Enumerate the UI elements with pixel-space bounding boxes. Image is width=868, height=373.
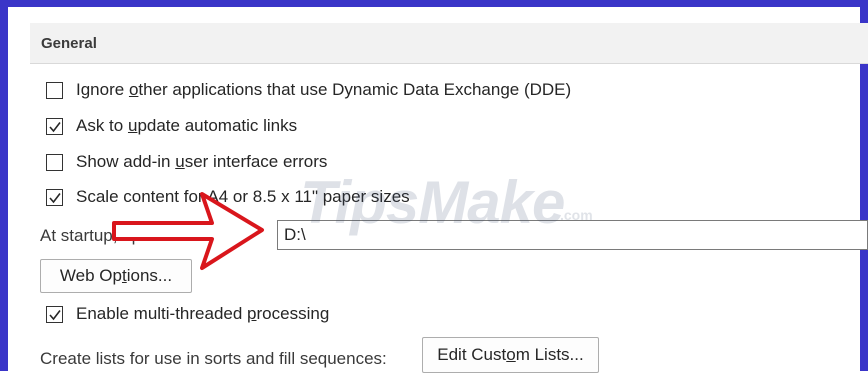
ignore-dde-checkbox[interactable]: [46, 82, 63, 99]
watermark-suffix: .com: [560, 207, 593, 223]
checkmark-icon: [49, 310, 61, 321]
custom-lists-label: Create lists for use in sorts and fill s…: [40, 349, 387, 368]
multithreaded-label: Enable multi-threaded processing: [76, 304, 330, 323]
show-addin-errors-checkbox[interactable]: [46, 154, 63, 171]
edit-custom-lists-button[interactable]: Edit Custom Lists...: [422, 337, 599, 373]
checkmark-icon: [49, 122, 61, 133]
ignore-dde-label: Ignore other applications that use Dynam…: [76, 80, 572, 99]
startup-folder-input[interactable]: [277, 220, 868, 250]
checkmark-icon: [49, 193, 61, 204]
red-arrow-annotation: [112, 192, 264, 270]
section-header: General: [30, 23, 868, 64]
ask-update-links-checkbox[interactable]: [46, 118, 63, 135]
section-title: General: [41, 35, 97, 52]
ask-update-links-label: Ask to update automatic links: [76, 116, 298, 135]
show-addin-errors-label: Show add-in user interface errors: [76, 152, 328, 171]
multithreaded-checkbox[interactable]: [46, 306, 63, 323]
scale-content-checkbox[interactable]: [46, 189, 63, 206]
